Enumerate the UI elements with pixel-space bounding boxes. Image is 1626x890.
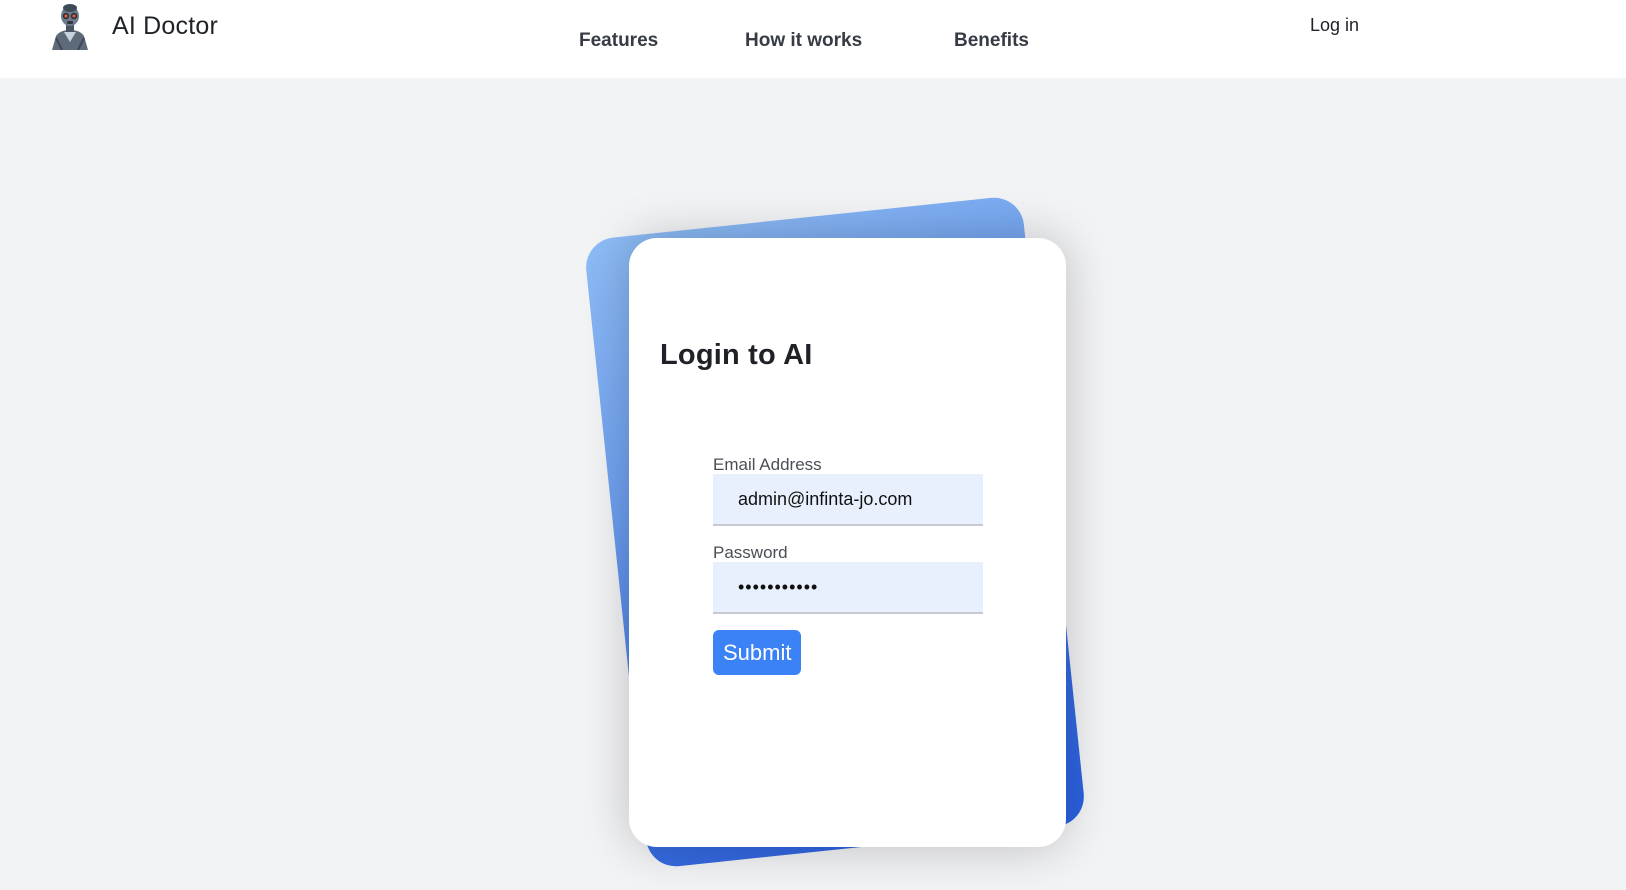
email-label: Email Address <box>713 455 822 474</box>
submit-button[interactable]: Submit <box>713 630 802 675</box>
login-title: Login to AI <box>660 339 813 371</box>
password-label: Password <box>713 543 788 562</box>
nav-link-how-it-works[interactable]: How it works <box>745 30 862 52</box>
main-nav: Features How it works Benefits <box>0 30 1626 56</box>
login-card: Login to AI Email Address Password Submi… <box>629 238 1066 847</box>
top-navbar: AI Doctor Features How it works Benefits… <box>0 0 1626 78</box>
login-link[interactable]: Log in <box>1310 15 1359 36</box>
password-field[interactable] <box>713 562 983 614</box>
nav-link-benefits[interactable]: Benefits <box>954 30 1029 52</box>
nav-link-features[interactable]: Features <box>579 30 658 52</box>
login-form: Email Address Password Submit <box>713 456 983 675</box>
email-field[interactable] <box>713 474 983 526</box>
